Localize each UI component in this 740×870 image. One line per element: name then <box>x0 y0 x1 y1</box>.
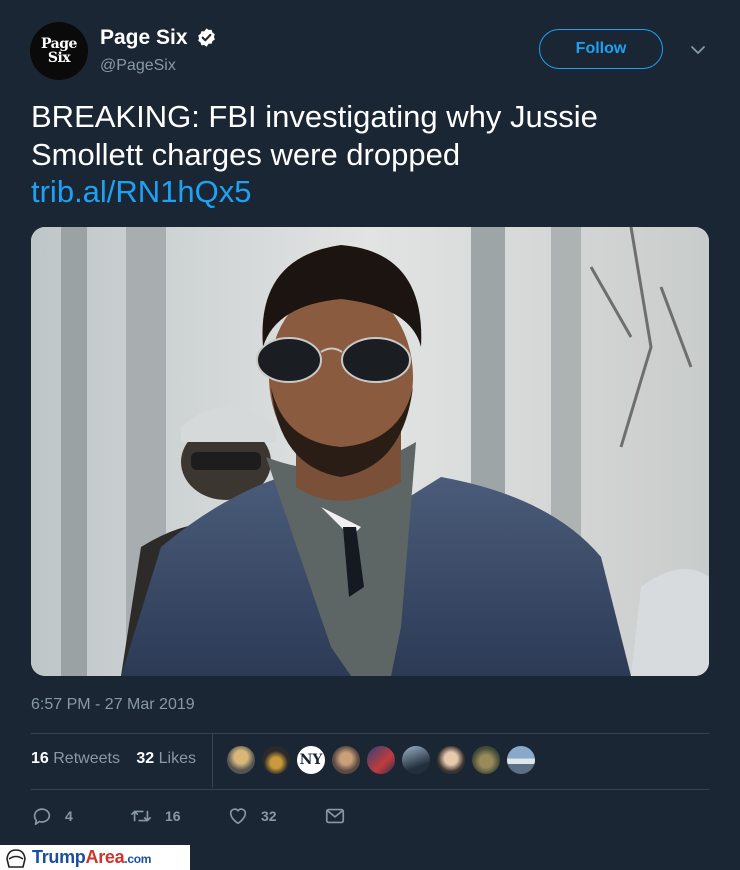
retweets-label[interactable]: Retweets <box>53 750 120 767</box>
watermark: TrumpArea.com <box>0 845 190 870</box>
watermark-brand-b: Area <box>85 847 125 867</box>
tweet-timestamp[interactable]: 6:57 PM - 27 Mar 2019 <box>31 696 195 714</box>
likes-label[interactable]: Likes <box>159 750 196 767</box>
liker-avatar[interactable] <box>401 745 431 775</box>
photo-illustration <box>31 227 709 676</box>
avatar-text-line1: Page <box>41 36 77 52</box>
direct-message-button[interactable] <box>324 805 358 827</box>
wig-logo-icon <box>6 848 26 868</box>
follow-button[interactable]: Follow <box>539 29 663 69</box>
tweet-photo[interactable] <box>31 227 709 676</box>
display-name[interactable]: Page Six <box>100 26 188 50</box>
divider-bottom <box>31 789 709 790</box>
liker-avatar[interactable] <box>506 745 536 775</box>
watermark-text: TrumpArea.com <box>32 847 151 868</box>
tweet-text: BREAKING: FBI investigating why Jussie S… <box>31 99 598 172</box>
retweet-icon <box>131 810 151 822</box>
tweet-card: Page Six Page Six @PageSix Follow BREAKI… <box>0 0 740 845</box>
liker-avatar[interactable] <box>471 745 501 775</box>
reply-count: 4 <box>65 808 73 824</box>
like-count: 32 <box>261 808 277 824</box>
stats-separator <box>212 734 213 788</box>
liker-avatar[interactable]: NY <box>296 745 326 775</box>
tweet-link[interactable]: trib.al/RN1hQx5 <box>31 174 252 210</box>
reply-icon <box>33 808 51 826</box>
chevron-down-icon[interactable] <box>688 40 708 60</box>
envelope-icon <box>325 808 345 824</box>
watermark-brand-a: Trump <box>32 847 86 867</box>
divider-top <box>31 733 709 734</box>
retweets-count[interactable]: 16 <box>31 750 49 767</box>
avatar-text-line2: Six <box>47 50 71 66</box>
watermark-tld: .com <box>124 852 152 866</box>
retweet-count: 16 <box>165 808 181 824</box>
verified-badge-icon <box>198 28 215 47</box>
user-handle[interactable]: @PageSix <box>100 57 176 75</box>
like-button[interactable]: 32 <box>227 805 277 827</box>
liker-avatar[interactable] <box>366 745 396 775</box>
retweet-button[interactable]: 16 <box>129 805 181 827</box>
liker-avatar[interactable] <box>436 745 466 775</box>
heart-icon <box>229 808 247 825</box>
reply-button[interactable]: 4 <box>31 805 73 827</box>
avatar[interactable]: Page Six <box>30 22 88 80</box>
engagement-stats: 16 Retweets 32 Likes <box>31 750 196 768</box>
liker-avatar[interactable] <box>331 745 361 775</box>
likes-count[interactable]: 32 <box>136 750 154 767</box>
liker-avatar[interactable] <box>261 745 291 775</box>
liker-avatar[interactable] <box>226 745 256 775</box>
liker-avatars: NY <box>226 745 541 775</box>
